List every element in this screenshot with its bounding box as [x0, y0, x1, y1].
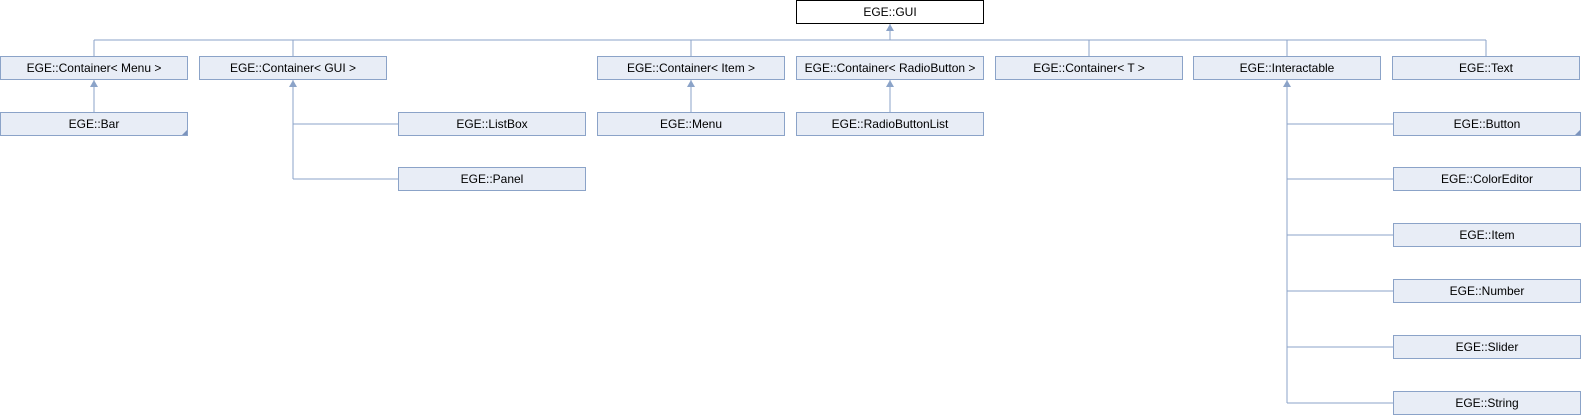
class-node-label: EGE::Container< RadioButton > — [804, 61, 976, 75]
class-node-label: EGE::RadioButtonList — [831, 117, 949, 131]
class-node-label: EGE::ColorEditor — [1440, 172, 1534, 186]
class-node-bar[interactable]: EGE::Bar — [0, 112, 188, 136]
class-node-label: EGE::String — [1455, 396, 1519, 410]
class-node-gui[interactable]: EGE::GUI — [796, 0, 984, 24]
class-node-label: EGE::Text — [1458, 61, 1514, 75]
class-node-container-t[interactable]: EGE::Container< T > — [995, 56, 1183, 80]
more-subclasses-marker-icon — [1575, 130, 1580, 135]
class-node-label: EGE::Bar — [68, 117, 120, 131]
class-node-radiobuttonlist[interactable]: EGE::RadioButtonList — [796, 112, 984, 136]
class-node-label: EGE::Slider — [1455, 340, 1519, 354]
class-node-label: EGE::Container< Menu > — [26, 61, 162, 75]
class-node-label: EGE::Container< GUI > — [229, 61, 357, 75]
class-node-interactable[interactable]: EGE::Interactable — [1193, 56, 1381, 80]
class-node-label: EGE::Interactable — [1239, 61, 1335, 75]
edge-container-gui-arrowhead — [289, 80, 297, 87]
class-node-item[interactable]: EGE::Item — [1393, 223, 1581, 247]
class-node-label: EGE::Container< Item > — [626, 61, 756, 75]
class-node-string[interactable]: EGE::String — [1393, 391, 1581, 415]
class-node-number[interactable]: EGE::Number — [1393, 279, 1581, 303]
edge-container-menu-arrowhead — [90, 80, 98, 87]
class-node-label: EGE::ListBox — [456, 117, 528, 131]
more-subclasses-marker-icon — [182, 130, 187, 135]
class-node-slider[interactable]: EGE::Slider — [1393, 335, 1581, 359]
class-node-label: EGE::Menu — [659, 117, 723, 131]
class-hierarchy-diagram: EGE::GUI EGE::Container< Menu > EGE::Con… — [0, 0, 1582, 416]
class-node-label: EGE::Panel — [460, 172, 524, 186]
class-node-panel[interactable]: EGE::Panel — [398, 167, 586, 191]
class-node-container-item[interactable]: EGE::Container< Item > — [597, 56, 785, 80]
class-node-label: EGE::Number — [1449, 284, 1525, 298]
class-node-label: EGE::GUI — [863, 5, 917, 19]
edge-container-item-arrowhead — [687, 80, 695, 87]
class-node-text[interactable]: EGE::Text — [1392, 56, 1580, 80]
edge-interactable-arrowhead — [1283, 80, 1291, 87]
class-node-container-radiobutton[interactable]: EGE::Container< RadioButton > — [796, 56, 984, 80]
class-node-label: EGE::Button — [1453, 117, 1521, 131]
class-node-button[interactable]: EGE::Button — [1393, 112, 1581, 136]
class-node-menu[interactable]: EGE::Menu — [597, 112, 785, 136]
edge-container-radiobutton-arrowhead — [886, 80, 894, 87]
class-node-container-gui[interactable]: EGE::Container< GUI > — [199, 56, 387, 80]
class-node-label: EGE::Item — [1459, 228, 1515, 242]
class-node-coloreditor[interactable]: EGE::ColorEditor — [1393, 167, 1581, 191]
edge-root-arrowhead — [886, 24, 894, 31]
class-node-label: EGE::Container< T > — [1033, 61, 1145, 75]
class-node-listbox[interactable]: EGE::ListBox — [398, 112, 586, 136]
class-node-container-menu[interactable]: EGE::Container< Menu > — [0, 56, 188, 80]
